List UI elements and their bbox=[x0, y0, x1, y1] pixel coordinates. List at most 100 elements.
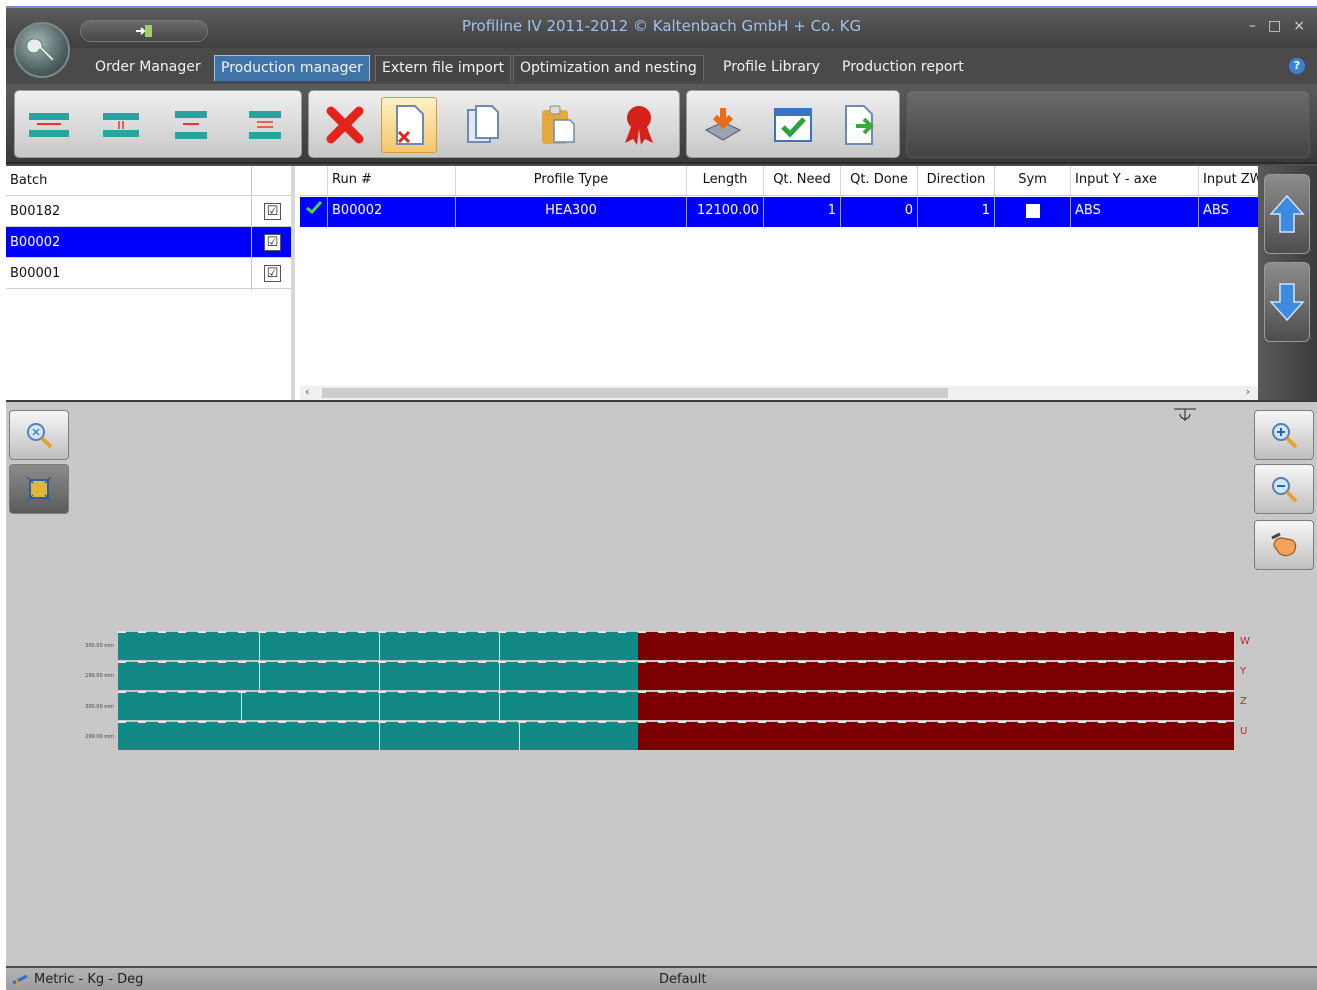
sym-checkbox[interactable] bbox=[1025, 203, 1040, 218]
qt-done-column-header[interactable]: Qt. Done bbox=[841, 166, 918, 195]
batch-row[interactable]: B00182 ☑ bbox=[6, 196, 291, 227]
run-grid: Run # Profile Type Length Qt. Need Qt. D… bbox=[300, 166, 1258, 400]
minimize-button[interactable]: – bbox=[1249, 18, 1256, 34]
exit-icon[interactable] bbox=[135, 24, 153, 38]
help-icon[interactable]: ? bbox=[1289, 58, 1305, 74]
face-dim-label: 300.00 mm bbox=[85, 643, 114, 649]
quick-access-toolbar[interactable] bbox=[80, 20, 208, 42]
profile-face-u[interactable] bbox=[118, 721, 1234, 750]
arrow-down-icon bbox=[1269, 283, 1305, 322]
run-number: B00002 bbox=[328, 197, 456, 227]
sym-column-header[interactable]: Sym bbox=[995, 166, 1071, 195]
processed-section bbox=[118, 662, 639, 690]
units-text: Metric - Kg - Deg bbox=[34, 972, 144, 987]
profile-drawing-area[interactable]: 300.00 mm 290.00 mm 300.00 mm 290.00 mm bbox=[6, 400, 1317, 966]
batch-name: B00002 bbox=[10, 234, 61, 250]
face-label-z: Z bbox=[1240, 696, 1247, 707]
sort-run-button[interactable] bbox=[93, 97, 149, 153]
face-dim-label: 290.00 mm bbox=[85, 673, 114, 679]
row-navigation bbox=[1258, 166, 1317, 400]
run-row-selected[interactable]: B00002 HEA300 12100.00 1 0 1 ABS ABS bbox=[300, 197, 1258, 227]
direction-column-header[interactable]: Direction bbox=[918, 166, 995, 195]
sort-batch-button[interactable] bbox=[21, 97, 77, 153]
qt-need-column-header[interactable]: Qt. Need bbox=[764, 166, 841, 195]
tab-profile-library[interactable]: Profile Library bbox=[717, 55, 826, 81]
paste-button[interactable] bbox=[529, 97, 585, 153]
profile-face-z[interactable] bbox=[118, 691, 1234, 720]
close-button[interactable]: × bbox=[1293, 18, 1305, 34]
ribbon-group-empty bbox=[906, 90, 1310, 158]
remaining-section bbox=[638, 692, 1234, 720]
move-up-button[interactable] bbox=[1264, 174, 1310, 254]
wrench-icon bbox=[26, 38, 55, 62]
ribbon-group-transfer bbox=[686, 90, 900, 158]
scroll-right-icon[interactable]: › bbox=[1246, 385, 1250, 398]
batch-checkbox[interactable]: ☑ bbox=[264, 234, 281, 251]
tab-optimization-and-nesting[interactable]: Optimization and nesting bbox=[513, 55, 704, 81]
profile-face-w[interactable] bbox=[118, 631, 1234, 660]
sort-length-button[interactable] bbox=[237, 97, 293, 153]
bars-stack-icon bbox=[249, 111, 281, 139]
batch-row[interactable]: B00001 ☑ bbox=[6, 258, 291, 289]
scroll-left-icon[interactable]: ‹ bbox=[305, 385, 309, 398]
title-bar: Profiline IV 2011-2012 © Kaltenbach GmbH… bbox=[6, 8, 1317, 48]
scrollbar-thumb[interactable] bbox=[322, 388, 948, 398]
batch-name: B00001 bbox=[10, 265, 61, 281]
zoom-reset-button[interactable] bbox=[9, 410, 69, 460]
face-label-y: Y bbox=[1240, 666, 1247, 677]
done-check-icon bbox=[300, 197, 328, 227]
ribbon-toolbar bbox=[6, 84, 1317, 164]
import-button[interactable] bbox=[695, 97, 751, 153]
input-y-column-header[interactable]: Input Y - axe bbox=[1071, 166, 1199, 195]
zoom-out-button[interactable] bbox=[1254, 464, 1314, 514]
tab-production-manager[interactable]: Production manager bbox=[214, 55, 370, 81]
zoom-out-icon bbox=[1272, 477, 1298, 503]
tab-production-report[interactable]: Production report bbox=[836, 55, 970, 81]
arrow-up-icon bbox=[1269, 194, 1305, 233]
input-zw-column-header[interactable]: Input ZW bbox=[1199, 166, 1258, 195]
profile-type-column-header[interactable]: Profile Type bbox=[456, 166, 687, 195]
export-button[interactable] bbox=[833, 97, 889, 153]
award-ribbon-icon bbox=[625, 106, 653, 145]
horizontal-scrollbar[interactable]: ‹ › bbox=[300, 385, 1258, 400]
fit-view-button[interactable] bbox=[9, 464, 69, 514]
remaining-section bbox=[638, 632, 1234, 660]
pan-button[interactable] bbox=[1254, 520, 1314, 570]
profile-face-y[interactable] bbox=[118, 661, 1234, 690]
run-grid-header: Run # Profile Type Length Qt. Need Qt. D… bbox=[300, 166, 1258, 196]
application-menu-button[interactable] bbox=[14, 22, 70, 78]
tab-order-manager[interactable]: Order Manager bbox=[89, 55, 207, 81]
batch-grid: Batch B00182 ☑ B00002 ☑ B00001 ☑ bbox=[6, 166, 295, 400]
zoom-in-button[interactable] bbox=[1254, 410, 1314, 460]
run-column-header[interactable]: Run # bbox=[328, 166, 456, 195]
measure-icon bbox=[12, 974, 28, 986]
bars-arrows-icon bbox=[29, 113, 69, 137]
batch-checkbox[interactable]: ☑ bbox=[264, 203, 281, 220]
profile-name: Default bbox=[659, 972, 707, 987]
bars-updown-icon bbox=[103, 113, 139, 137]
face-dim-label: 300.00 mm bbox=[85, 704, 114, 710]
document-export-icon bbox=[845, 105, 874, 145]
length-column-header[interactable]: Length bbox=[687, 166, 764, 195]
batch-name: B00182 bbox=[10, 203, 61, 219]
column-divider bbox=[251, 166, 252, 290]
delete-button[interactable] bbox=[317, 97, 373, 153]
batch-row-selected[interactable]: B00002 ☑ bbox=[6, 227, 291, 258]
maximize-button[interactable]: □ bbox=[1268, 18, 1281, 34]
schedule-button[interactable] bbox=[765, 97, 821, 153]
tab-extern-file-import[interactable]: Extern file import bbox=[375, 55, 512, 81]
remove-document-button[interactable] bbox=[381, 97, 437, 153]
remaining-section bbox=[638, 662, 1234, 690]
input-zw-value: ABS bbox=[1203, 203, 1229, 218]
sort-profile-button[interactable] bbox=[163, 97, 219, 153]
status-column-header bbox=[300, 166, 328, 195]
zoom-in-icon bbox=[1272, 423, 1298, 449]
batch-checkbox[interactable]: ☑ bbox=[264, 265, 281, 282]
certificate-button[interactable] bbox=[611, 97, 667, 153]
units-indicator[interactable]: Metric - Kg - Deg bbox=[12, 972, 143, 987]
move-down-button[interactable] bbox=[1264, 262, 1310, 342]
ribbon-group-edit bbox=[308, 90, 680, 158]
batch-column-header[interactable]: Batch bbox=[6, 173, 47, 188]
copy-button[interactable] bbox=[455, 97, 511, 153]
face-dim-label: 290.00 mm bbox=[85, 734, 114, 740]
